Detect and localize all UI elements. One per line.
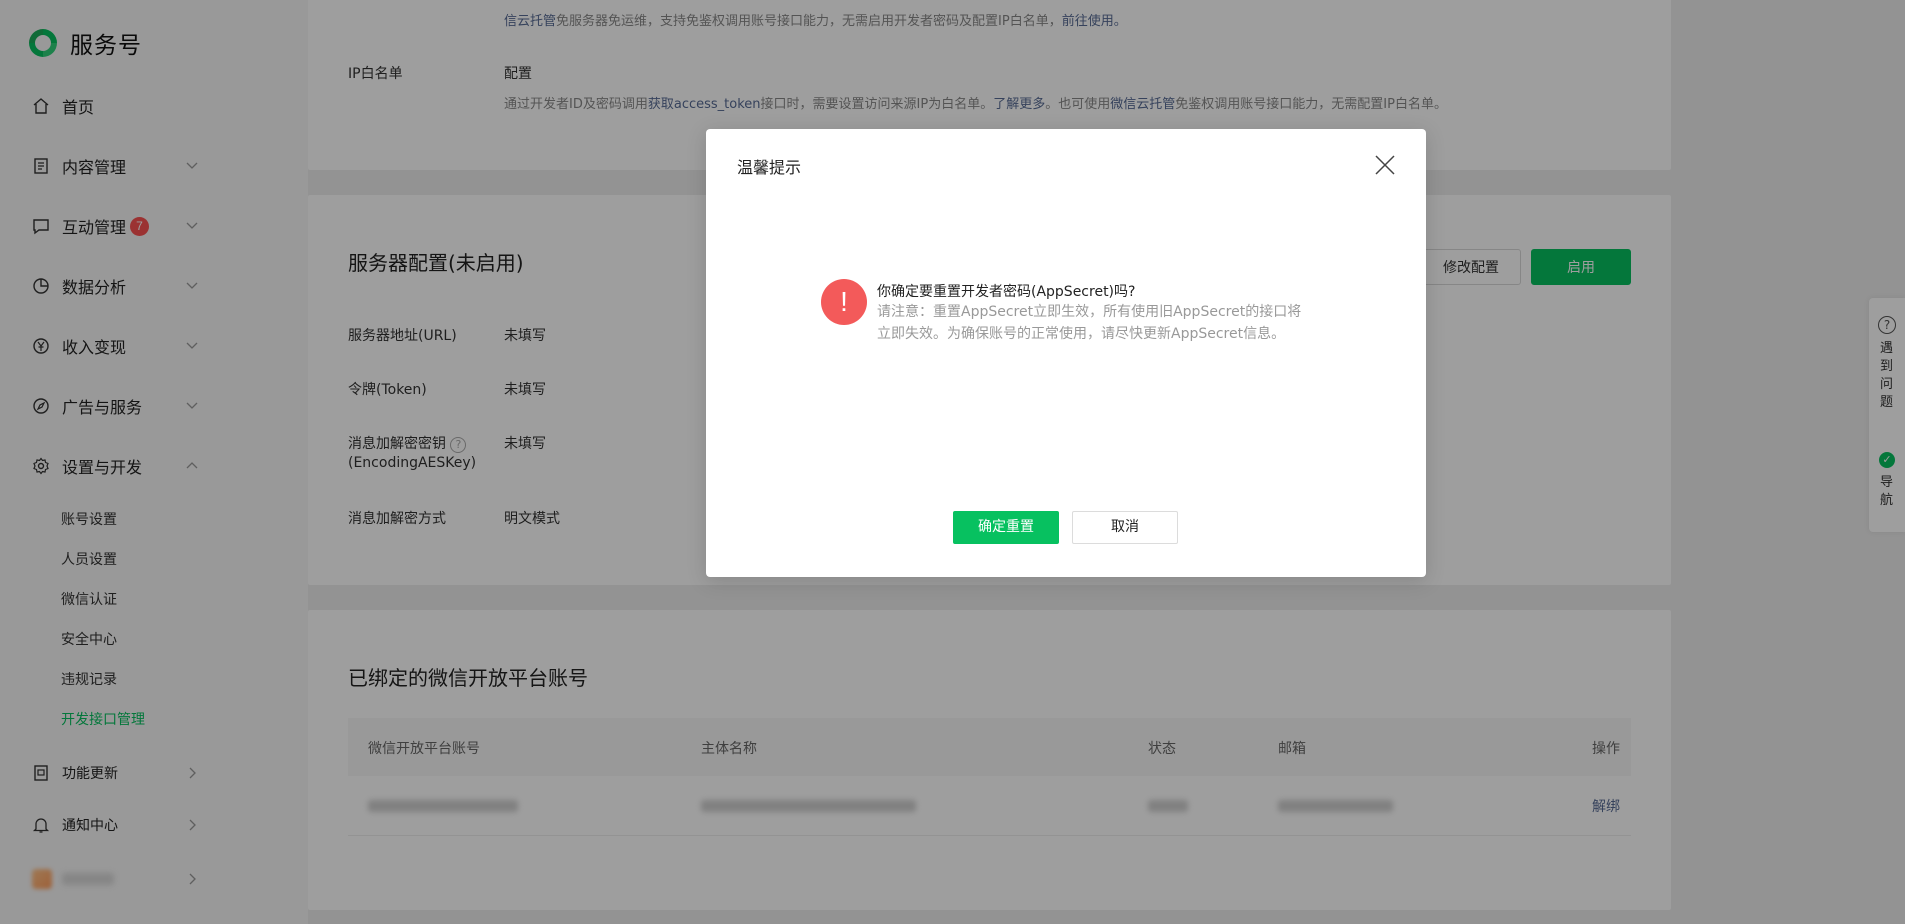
- warning-icon: !: [821, 279, 867, 325]
- reset-secret-dialog: 温馨提示 ! 你确定要重置开发者密码(AppSecret)吗? 请注意：重置Ap…: [706, 129, 1426, 577]
- confirm-reset-button[interactable]: 确定重置: [953, 511, 1059, 544]
- dialog-note: 请注意：重置AppSecret立即生效，所有使用旧AppSecret的接口将立即…: [877, 304, 1302, 342]
- dialog-title: 温馨提示: [737, 158, 802, 177]
- dialog-message: 你确定要重置开发者密码(AppSecret)吗?: [877, 284, 1136, 300]
- cancel-button[interactable]: 取消: [1072, 511, 1178, 544]
- close-icon[interactable]: [1374, 154, 1396, 176]
